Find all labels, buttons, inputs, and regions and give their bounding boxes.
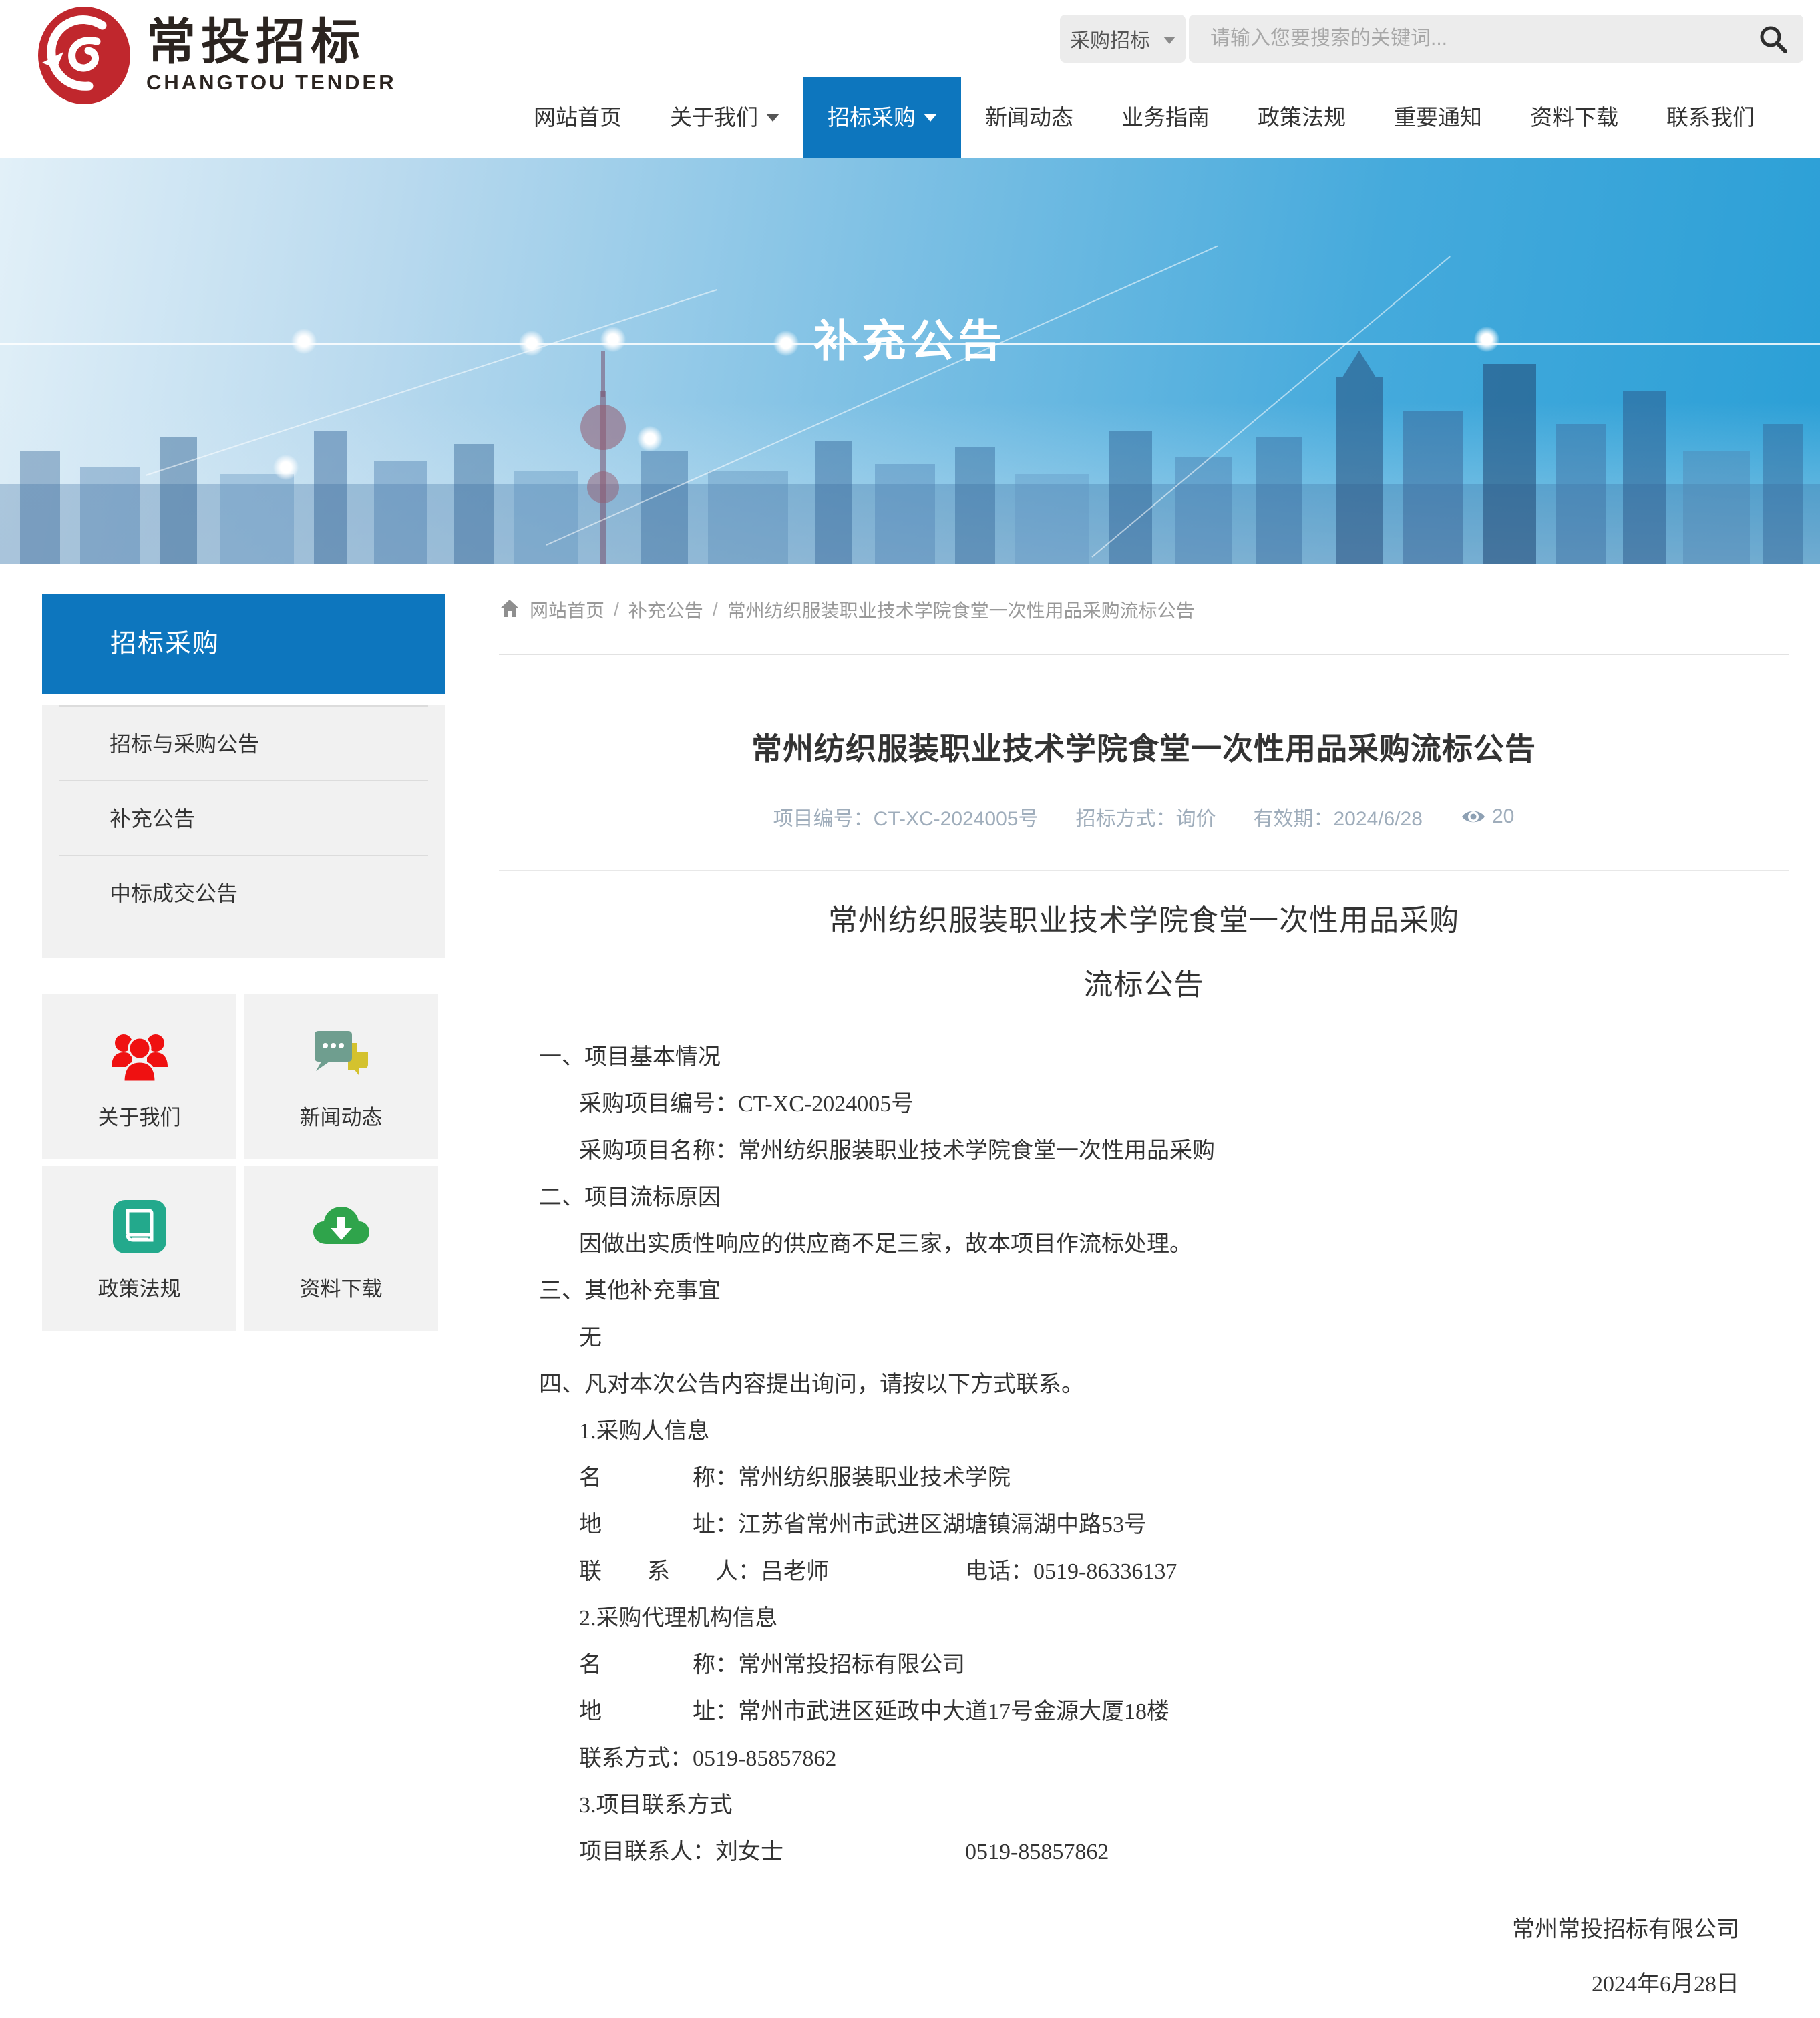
meta-divider — [499, 870, 1789, 871]
breadcrumb-divider — [499, 654, 1789, 655]
nav-item-news[interactable]: 新闻动态 — [961, 77, 1097, 158]
search-category-label: 采购招标 — [1070, 24, 1150, 53]
banner-glow-dot — [637, 426, 663, 451]
doc-paragraph: 1.采购人信息 — [499, 1408, 1789, 1455]
sidebar: 招标采购 招标与采购公告 补充公告 中标成交公告 — [42, 564, 445, 2012]
doc-paragraph: 联系方式：0519-85857862 — [499, 1736, 1789, 1782]
hero-banner: 补充公告 — [0, 158, 1820, 564]
search-bar: 采购招标 — [1060, 15, 1803, 63]
nav-item-policy[interactable]: 政策法规 — [1234, 77, 1370, 158]
breadcrumb-home[interactable]: 网站首页 — [530, 596, 604, 623]
cloud-download-icon — [309, 1195, 373, 1259]
chat-icon — [309, 1023, 373, 1087]
breadcrumb: 网站首页 / 补充公告 / 常州纺织服装职业技术学院食堂一次性用品采购流标公告 — [499, 596, 1789, 623]
document-body: 一、项目基本情况 采购项目编号：CT-XC-2024005号 采购项目名称：常州… — [499, 1034, 1789, 1876]
brand-name: 常投招标 — [146, 16, 397, 68]
doc-paragraph: 因做出实质性响应的供应商不足三家，故本项目作流标处理。 — [499, 1221, 1789, 1268]
doc-paragraph: 2.采购代理机构信息 — [499, 1595, 1789, 1642]
view-count-value: 20 — [1492, 805, 1514, 828]
main-nav: 网站首页 关于我们 招标采购 新闻动态 业务指南 政策法规 重要通知 资料下载 … — [510, 77, 1779, 158]
doc-paragraph: 项目联系人：刘女士 0519-85857862 — [499, 1829, 1789, 1876]
doc-paragraph: 名 称：常州纺织服装职业技术学院 — [499, 1455, 1789, 1502]
breadcrumb-category[interactable]: 补充公告 — [628, 596, 703, 623]
breadcrumb-current: 常州纺织服装职业技术学院食堂一次性用品采购流标公告 — [727, 596, 1195, 623]
validity-date: 有效期：2024/6/28 — [1253, 802, 1422, 831]
nav-item-notice[interactable]: 重要通知 — [1370, 77, 1506, 158]
doc-section-heading: 二、项目流标原因 — [499, 1175, 1789, 1221]
home-icon — [499, 598, 520, 619]
people-icon — [108, 1023, 172, 1087]
page-title: 常州纺织服装职业技术学院食堂一次性用品采购流标公告 — [499, 725, 1789, 769]
content-area: 网站首页 / 补充公告 / 常州纺织服装职业技术学院食堂一次性用品采购流标公告 … — [499, 564, 1789, 2012]
breadcrumb-separator: / — [713, 599, 718, 620]
doc-section-heading: 三、其他补充事宜 — [499, 1268, 1789, 1315]
chevron-down-icon — [1163, 37, 1175, 44]
nav-item-about[interactable]: 关于我们 — [646, 77, 803, 158]
tile-downloads[interactable]: 资料下载 — [244, 1166, 438, 1331]
brand-name-en: CHANGTOU TENDER — [146, 71, 397, 95]
book-icon — [108, 1195, 172, 1259]
tile-label: 资料下载 — [300, 1272, 383, 1302]
doc-paragraph: 名 称：常州常投招标有限公司 — [499, 1642, 1789, 1689]
article-meta: 项目编号：CT-XC-2024005号 招标方式：询价 有效期：2024/6/2… — [499, 802, 1789, 831]
nav-item-tender[interactable]: 招标采购 — [803, 77, 961, 158]
sidebar-title: 招标采购 — [42, 594, 445, 694]
tile-label: 政策法规 — [98, 1272, 181, 1302]
sidebar-item-award-announcements[interactable]: 中标成交公告 — [59, 855, 428, 930]
chevron-down-icon — [766, 114, 779, 122]
tile-policy[interactable]: 政策法规 — [42, 1166, 236, 1331]
tile-news[interactable]: 新闻动态 — [244, 994, 438, 1159]
quick-links: 关于我们 新闻动态 — [42, 994, 445, 1331]
sidebar-item-tender-announcements[interactable]: 招标与采购公告 — [59, 705, 428, 780]
tile-about-us[interactable]: 关于我们 — [42, 994, 236, 1159]
doc-paragraph: 采购项目编号：CT-XC-2024005号 — [499, 1081, 1789, 1128]
search-input[interactable] — [1189, 15, 1803, 63]
nav-item-download[interactable]: 资料下载 — [1506, 77, 1642, 158]
brand-logo[interactable]: 常投招标 CHANGTOU TENDER — [37, 5, 397, 106]
tile-label: 新闻动态 — [300, 1100, 383, 1131]
nav-item-contact[interactable]: 联系我们 — [1642, 77, 1779, 158]
breadcrumb-separator: / — [614, 599, 619, 620]
search-category-select[interactable]: 采购招标 — [1060, 15, 1186, 63]
signature-date: 2024年6月28日 — [499, 1957, 1739, 2012]
search-icon[interactable] — [1758, 24, 1789, 55]
banner-title: 补充公告 — [0, 305, 1820, 369]
doc-paragraph: 地 址：江苏省常州市武进区湖塘镇滆湖中路53号 — [499, 1502, 1789, 1549]
project-number: 项目编号：CT-XC-2024005号 — [773, 802, 1039, 831]
doc-section-heading: 四、凡对本次公告内容提出询问，请按以下方式联系。 — [499, 1362, 1789, 1408]
brand-logo-icon — [37, 5, 132, 106]
site-header: 常投招标 CHANGTOU TENDER 采购招标 网站首页 关于我们 招标采购… — [0, 0, 1820, 158]
doc-section-heading: 一、项目基本情况 — [499, 1034, 1789, 1081]
doc-paragraph: 采购项目名称：常州纺织服装职业技术学院食堂一次性用品采购 — [499, 1128, 1789, 1175]
document-signature: 常州常投招标有限公司 2024年6月28日 — [499, 1902, 1789, 2012]
doc-paragraph: 地 址：常州市武进区延政中大道17号金源大厦18楼 — [499, 1689, 1789, 1736]
doc-paragraph: 无 — [499, 1315, 1789, 1362]
document-title: 常州纺织服装职业技术学院食堂一次性用品采购 流标公告 — [499, 889, 1789, 1017]
nav-item-guide[interactable]: 业务指南 — [1097, 77, 1234, 158]
doc-paragraph: 联 系 人：吕老师 电话：0519-86336137 — [499, 1549, 1789, 1595]
tile-label: 关于我们 — [98, 1100, 181, 1131]
sidebar-menu: 招标与采购公告 补充公告 中标成交公告 — [42, 705, 445, 958]
sidebar-item-supplementary-announcements[interactable]: 补充公告 — [59, 780, 428, 855]
tender-method: 招标方式：询价 — [1075, 802, 1216, 831]
doc-paragraph: 3.项目联系方式 — [499, 1782, 1789, 1829]
nav-item-home[interactable]: 网站首页 — [510, 77, 646, 158]
announcement-document: 常州纺织服装职业技术学院食堂一次性用品采购 流标公告 一、项目基本情况 采购项目… — [499, 889, 1789, 2012]
main-area: 招标采购 招标与采购公告 补充公告 中标成交公告 — [0, 564, 1820, 2012]
signature-company: 常州常投招标有限公司 — [499, 1902, 1739, 1957]
eye-icon — [1460, 803, 1487, 830]
banner-glow-dot — [273, 455, 299, 480]
view-count: 20 — [1460, 803, 1514, 830]
chevron-down-icon — [924, 114, 937, 122]
